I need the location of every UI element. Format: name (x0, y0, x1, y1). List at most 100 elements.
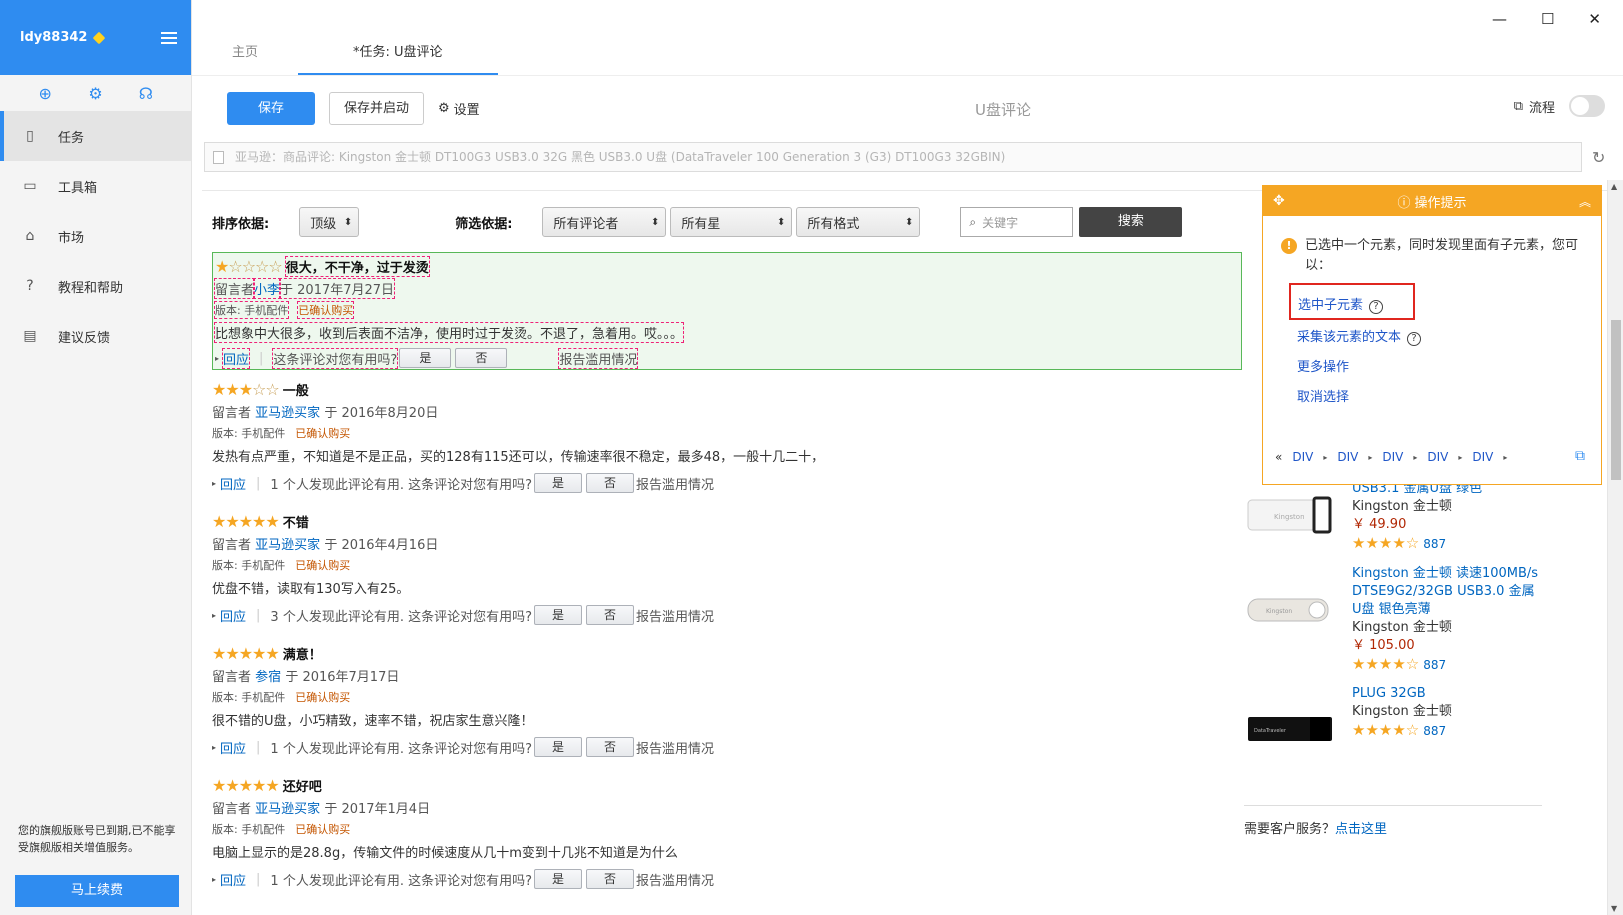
no-button[interactable]: 否 (586, 737, 634, 757)
product-title[interactable]: Kingston 金士顿 读速100MB/s DTSE9G2/32GB USB3… (1352, 565, 1542, 619)
more-actions-button[interactable]: 更多操作 (1297, 356, 1349, 375)
help-icon[interactable]: ? (1407, 332, 1422, 346)
close-icon[interactable]: ✕ (1588, 10, 1601, 28)
no-button[interactable]: 否 (455, 348, 508, 368)
no-button[interactable]: 否 (586, 605, 634, 625)
breadcrumb-item[interactable]: DIV (1337, 450, 1358, 464)
refresh-icon[interactable]: ↻ (1592, 148, 1605, 167)
review-author[interactable]: 亚马逊买家 (255, 798, 320, 817)
no-button[interactable]: 否 (586, 869, 634, 889)
cancel-selection-button[interactable]: 取消选择 (1297, 386, 1349, 405)
search-input[interactable]: ⌕ 关键字 (960, 207, 1074, 237)
star-select[interactable]: 所有星 (670, 207, 793, 237)
report-link[interactable]: 报告滥用情况 (636, 870, 714, 889)
review-title[interactable]: 还好吧 (283, 776, 322, 795)
tab-task[interactable]: *任务: U盘评论 (298, 38, 498, 75)
breadcrumb-item[interactable]: DIV (1292, 450, 1313, 464)
review-date: 于 2017年1月4日 (324, 801, 431, 817)
collapse-icon[interactable]: ︽ (1579, 193, 1591, 210)
review-item-selected[interactable]: ★☆☆☆☆ 很大，不干净，过于发烫 留言者 小李 于 2017年7月27日 版本… (212, 252, 1242, 370)
product-image[interactable]: Kingston (1244, 492, 1334, 538)
scroll-down-icon[interactable]: ▼ (1611, 904, 1617, 913)
review-title[interactable]: 一般 (283, 380, 309, 399)
report-link[interactable]: 报告滥用情况 (636, 474, 714, 493)
reply-link[interactable]: 回应 (220, 738, 246, 757)
yes-button[interactable]: 是 (534, 737, 582, 757)
breadcrumb-item[interactable]: DIV (1472, 450, 1493, 464)
help-link[interactable]: 点击这里 (1335, 822, 1387, 837)
url-bar[interactable]: 亚马逊：商品评论: Kingston 金士顿 DT100G3 USB3.0 32… (204, 142, 1582, 172)
sidebar-item-toolbox[interactable]: ▭ 工具箱 (0, 161, 191, 211)
collect-text-button[interactable]: 采集该元素的文本? (1297, 326, 1422, 346)
maximize-icon[interactable]: ☐ (1541, 10, 1554, 28)
reply-link[interactable]: 回应 (222, 347, 251, 369)
scrollbar-thumb[interactable] (1611, 320, 1621, 480)
verified-badge: 已确认购买 (295, 427, 351, 440)
sidebar-item-market[interactable]: ⌂ 市场 (0, 211, 191, 261)
no-button[interactable]: 否 (586, 473, 634, 493)
flow-toggle[interactable] (1569, 95, 1605, 117)
add-icon[interactable]: ⊕ (35, 84, 55, 103)
rating-stars: ★☆☆☆☆ (215, 256, 283, 276)
yes-button[interactable]: 是 (534, 473, 582, 493)
save-and-start-button[interactable]: 保存并启动 (329, 92, 425, 125)
breadcrumb-item[interactable]: DIV (1427, 450, 1448, 464)
yes-button[interactable]: 是 (534, 605, 582, 625)
renew-button[interactable]: 马上续费 (15, 875, 179, 907)
external-link-icon[interactable]: ⧉ (1575, 448, 1585, 464)
customer-service: 需要客户服务？点击这里 (1244, 805, 1542, 837)
breadcrumb-item[interactable]: DIV (1382, 450, 1403, 464)
review-count[interactable]: 887 (1423, 537, 1446, 551)
menu-icon[interactable] (161, 31, 177, 44)
settings-button[interactable]: ⚙ 设置 (438, 99, 480, 118)
scrollbar[interactable]: ▲ ▼ (1607, 180, 1623, 915)
search-placeholder: 关键字 (982, 215, 1019, 230)
sort-select[interactable]: 顶级 (299, 207, 360, 237)
reply-link[interactable]: 回应 (220, 870, 246, 889)
yes-button[interactable]: 是 (534, 869, 582, 889)
sidebar: ldy88342 ⊕ ⚙ ☊ ▯ 任务 ▭ 工具箱 ⌂ 市场 ? 教程和帮助 ▤… (0, 0, 192, 915)
verified-badge: 已确认购买 (295, 691, 351, 704)
verified-badge: 已确认购买 (297, 301, 355, 319)
review-author[interactable]: 亚马逊买家 (255, 534, 320, 553)
review-author[interactable]: 小李 (253, 277, 282, 299)
product-title[interactable]: PLUG 32GB (1352, 685, 1542, 703)
tab-home[interactable]: 主页 (192, 38, 298, 75)
settings-label: 设置 (453, 103, 480, 118)
select-child-button[interactable]: 选中子元素? (1289, 283, 1415, 320)
scroll-up-icon[interactable]: ▲ (1611, 182, 1617, 191)
breadcrumb-back-icon[interactable]: « (1275, 450, 1282, 464)
separator: | (259, 350, 264, 366)
review-title[interactable]: 不错 (283, 512, 309, 531)
reply-link[interactable]: 回应 (220, 606, 246, 625)
move-icon[interactable]: ✥ (1273, 193, 1285, 209)
reviewer-select[interactable]: 所有评论者 (542, 207, 667, 237)
headset-icon[interactable]: ☊ (136, 84, 156, 103)
product-image[interactable]: DataTraveler (1244, 705, 1334, 751)
report-link[interactable]: 报告滥用情况 (636, 738, 714, 757)
review-author[interactable]: 亚马逊买家 (255, 402, 320, 421)
review-title[interactable]: 满意！ (283, 644, 322, 663)
format-select[interactable]: 所有格式 (796, 207, 921, 237)
username[interactable]: ldy88342 (20, 30, 87, 45)
save-button[interactable]: 保存 (227, 92, 315, 125)
product-image[interactable]: Kingston (1244, 587, 1334, 633)
yes-button[interactable]: 是 (399, 348, 452, 368)
search-button[interactable]: 搜索 (1079, 207, 1183, 237)
review-count[interactable]: 887 (1423, 724, 1446, 738)
minimize-icon[interactable]: — (1492, 10, 1507, 28)
gear-icon[interactable]: ⚙ (85, 84, 105, 103)
reply-link[interactable]: 回应 (220, 474, 246, 493)
sidebar-item-feedback[interactable]: ▤ 建议反馈 (0, 311, 191, 361)
chevron-right-icon: ▸ (1458, 452, 1463, 462)
report-link[interactable]: 报告滥用情况 (636, 606, 714, 625)
review-title[interactable]: 很大，不干净，过于发烫 (284, 255, 430, 277)
sidebar-item-tasks[interactable]: ▯ 任务 (0, 111, 191, 161)
report-link[interactable]: 报告滥用情况 (558, 347, 639, 369)
sidebar-item-help[interactable]: ? 教程和帮助 (0, 261, 191, 311)
help-icon[interactable]: ? (1369, 300, 1384, 314)
sidebar-item-label: 工具箱 (58, 180, 98, 196)
review-author[interactable]: 参宿 (255, 666, 281, 685)
review-count[interactable]: 887 (1423, 658, 1446, 672)
select-child-label: 选中子元素 (1298, 298, 1364, 313)
